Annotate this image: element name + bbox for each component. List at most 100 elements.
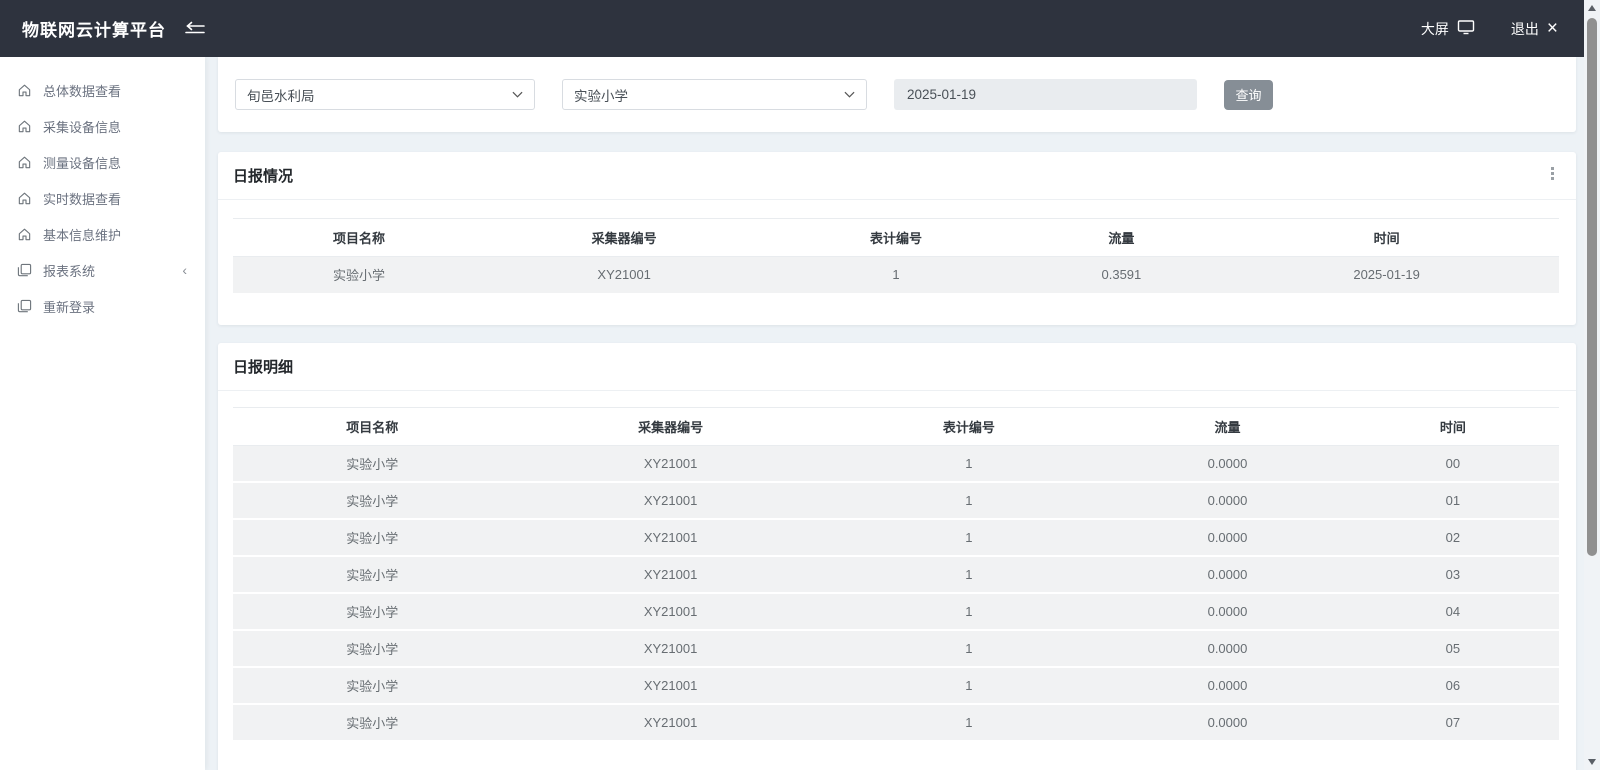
table-cell: 1 — [763, 257, 1028, 294]
scrollbar-thumb[interactable] — [1587, 18, 1597, 556]
table-cell: 0.0000 — [1108, 704, 1347, 741]
table-cell: 05 — [1347, 630, 1559, 667]
app-title: 物联网云计算平台 — [22, 16, 166, 41]
scroll-down-arrow-icon[interactable] — [1588, 759, 1596, 765]
sidebar-item-basic-info-maintenance[interactable]: 基本信息维护 — [0, 216, 205, 252]
table-cell: 2025-01-19 — [1214, 257, 1559, 294]
table-cell: XY21001 — [511, 556, 829, 593]
kebab-menu-icon[interactable] — [1551, 167, 1554, 180]
sidebar-item-realtime-data[interactable]: 实时数据查看 — [0, 180, 205, 216]
sidebar-item-overall-data[interactable]: 总体数据查看 — [0, 72, 205, 108]
table-cell: 06 — [1347, 667, 1559, 704]
table-cell: 0.3591 — [1029, 257, 1215, 294]
table-cell: 1 — [830, 630, 1108, 667]
table-cell: XY21001 — [511, 519, 829, 556]
logout-button[interactable]: 退出 × — [1511, 19, 1558, 39]
column-header: 流量 — [1108, 407, 1347, 445]
table-cell: 1 — [830, 519, 1108, 556]
table-cell: 1 — [830, 704, 1108, 741]
table-cell: 00 — [1347, 445, 1559, 482]
sidebar-item-label: 测量设备信息 — [43, 153, 189, 172]
table-cell: 实验小学 — [233, 556, 511, 593]
chevron-down-icon — [844, 91, 855, 98]
table-cell: 实验小学 — [233, 519, 511, 556]
table-row: 实验小学XY2100110.000001 — [233, 482, 1559, 519]
table-row: 实验小学XY2100110.000003 — [233, 556, 1559, 593]
big-screen-button[interactable]: 大屏 — [1421, 19, 1475, 39]
sidebar-item-relogin[interactable]: 重新登录 — [0, 288, 205, 324]
daily-summary-card: 日报情况 项目名称 采集器编号 表计编号 流量 时间 实验小学XY2100110… — [218, 152, 1576, 325]
column-header: 采集器编号 — [485, 219, 763, 257]
table-row: 实验小学XY2100110.35912025-01-19 — [233, 257, 1559, 294]
sidebar-item-collector-device-info[interactable]: 采集设备信息 — [0, 108, 205, 144]
column-header: 表计编号 — [763, 219, 1028, 257]
daily-detail-body: 项目名称 采集器编号 表计编号 流量 时间 实验小学XY2100110.0000… — [218, 391, 1576, 743]
table-cell: 03 — [1347, 556, 1559, 593]
daily-detail-title: 日报明细 — [233, 356, 293, 377]
sidebar-item-label: 实时数据查看 — [43, 189, 189, 208]
report-icon — [17, 263, 32, 278]
main-content: 旬邑水利局 实验小学 查询 日报情况 项目名称 采集器编号 表计编号 — [205, 57, 1584, 770]
table-row: 实验小学XY2100110.000002 — [233, 519, 1559, 556]
query-button[interactable]: 查询 — [1224, 80, 1273, 110]
table-cell: XY21001 — [511, 667, 829, 704]
vertical-scrollbar[interactable] — [1584, 0, 1600, 770]
org-select[interactable]: 旬邑水利局 — [235, 79, 535, 110]
table-cell: 0.0000 — [1108, 667, 1347, 704]
table-row: 实验小学XY2100110.000005 — [233, 630, 1559, 667]
table-cell: XY21001 — [511, 630, 829, 667]
sidebar-collapse-icon[interactable] — [182, 21, 206, 37]
daily-summary-header: 日报情况 — [218, 152, 1576, 200]
table-row: 实验小学XY2100110.000007 — [233, 704, 1559, 741]
column-header: 表计编号 — [830, 407, 1108, 445]
table-cell: XY21001 — [511, 704, 829, 741]
sidebar-item-label: 重新登录 — [43, 297, 189, 316]
close-icon: × — [1547, 19, 1558, 38]
sidebar-item-label: 报表系统 — [43, 261, 171, 280]
daily-summary-title: 日报情况 — [233, 165, 293, 186]
home-icon — [17, 191, 32, 206]
chevron-down-icon — [512, 91, 523, 98]
table-cell: 1 — [830, 445, 1108, 482]
project-select[interactable]: 实验小学 — [562, 79, 867, 110]
home-icon — [17, 83, 32, 98]
table-cell: 实验小学 — [233, 704, 511, 741]
chevron-left-icon: ‹ — [182, 262, 189, 278]
big-screen-label: 大屏 — [1421, 19, 1449, 39]
column-header: 项目名称 — [233, 407, 511, 445]
table-cell: 实验小学 — [233, 630, 511, 667]
table-cell: 1 — [830, 556, 1108, 593]
home-icon — [17, 227, 32, 242]
column-header: 时间 — [1347, 407, 1559, 445]
sidebar-item-report-system[interactable]: 报表系统 ‹ — [0, 252, 205, 288]
daily-detail-table: 项目名称 采集器编号 表计编号 流量 时间 实验小学XY2100110.0000… — [233, 407, 1559, 743]
column-header: 流量 — [1029, 219, 1215, 257]
table-cell: 0.0000 — [1108, 445, 1347, 482]
daily-summary-table: 项目名称 采集器编号 表计编号 流量 时间 实验小学XY2100110.3591… — [233, 218, 1559, 295]
table-cell: 0.0000 — [1108, 482, 1347, 519]
sidebar-item-label: 采集设备信息 — [43, 117, 189, 136]
scroll-up-arrow-icon[interactable] — [1588, 5, 1596, 11]
table-cell: 0.0000 — [1108, 630, 1347, 667]
sidebar-item-label: 基本信息维护 — [43, 225, 189, 244]
table-cell: 0.0000 — [1108, 593, 1347, 630]
sidebar-nav: 总体数据查看 采集设备信息 测量设备信息 实时数据查看 基本信息维护 报表系统 … — [0, 57, 205, 770]
table-cell: 0.0000 — [1108, 519, 1347, 556]
table-cell: 实验小学 — [233, 482, 511, 519]
project-select-value: 实验小学 — [574, 85, 628, 105]
table-cell: 07 — [1347, 704, 1559, 741]
table-cell: 1 — [830, 667, 1108, 704]
daily-summary-body: 项目名称 采集器编号 表计编号 流量 时间 实验小学XY2100110.3591… — [218, 200, 1576, 325]
sidebar-item-label: 总体数据查看 — [43, 81, 189, 100]
sidebar-item-measuring-device-info[interactable]: 测量设备信息 — [0, 144, 205, 180]
logout-label: 退出 — [1511, 19, 1539, 39]
daily-detail-header: 日报明细 — [218, 343, 1576, 391]
table-cell: XY21001 — [511, 593, 829, 630]
table-cell: 实验小学 — [233, 445, 511, 482]
table-cell: 1 — [830, 482, 1108, 519]
date-input[interactable] — [894, 79, 1197, 110]
daily-detail-card: 日报明细 项目名称 采集器编号 表计编号 流量 时间 实验小学XY2100110… — [218, 343, 1576, 770]
column-header: 采集器编号 — [511, 407, 829, 445]
report-icon — [17, 299, 32, 314]
table-cell: 实验小学 — [233, 667, 511, 704]
